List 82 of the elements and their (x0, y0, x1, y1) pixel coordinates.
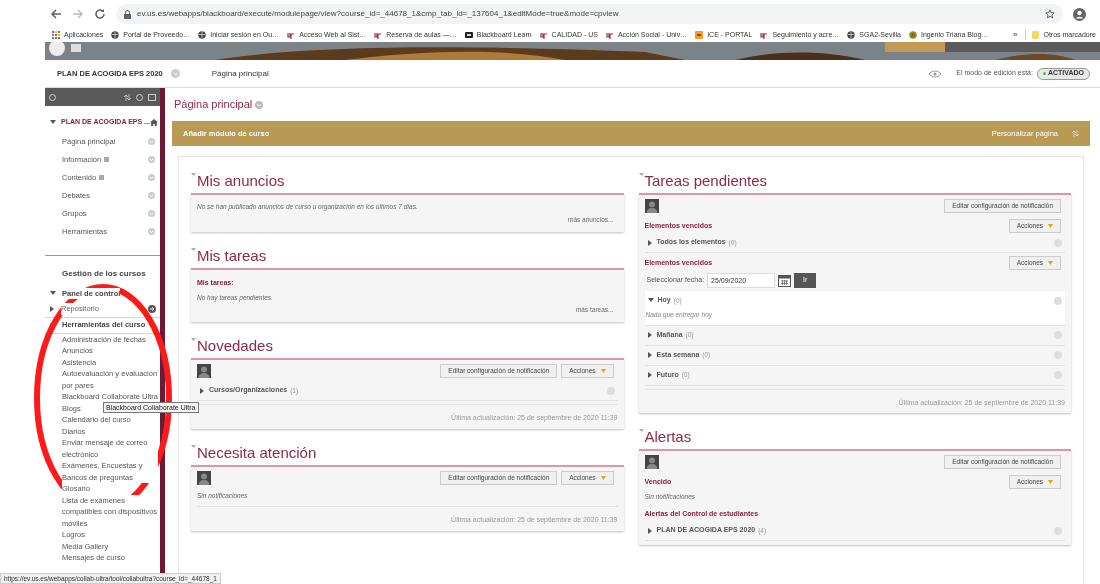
chevron-down-icon[interactable] (148, 156, 155, 163)
square-logo-icon (695, 31, 704, 39)
caret-down-icon (1048, 261, 1053, 265)
page-title: Página principal (174, 97, 253, 113)
chevron-down-icon[interactable] (148, 138, 155, 145)
caret-down-icon[interactable] (647, 298, 654, 303)
options-icon[interactable] (1054, 238, 1062, 247)
caret-down-icon (600, 369, 606, 373)
more-bookmarks-button[interactable]: » (1013, 29, 1018, 41)
globe-icon (111, 31, 120, 39)
caret-down-icon[interactable] (50, 119, 56, 125)
chevron-down-icon[interactable] (148, 174, 155, 181)
module-title: Necesita atención (197, 442, 317, 463)
home-icon[interactable] (149, 118, 158, 126)
forward-icon[interactable] (72, 8, 84, 20)
reload-icon[interactable] (94, 8, 106, 20)
refresh-icon[interactable] (136, 93, 143, 101)
collapse-icon[interactable] (191, 247, 196, 252)
caret-right-icon[interactable] (647, 332, 653, 339)
caret-right-icon[interactable] (647, 352, 653, 359)
avatar-icon (197, 364, 211, 378)
university-logo-icon (605, 31, 614, 39)
globe-icon (847, 31, 856, 39)
avatar-icon (644, 199, 659, 213)
collapse-icon[interactable] (191, 338, 196, 342)
options-icon[interactable] (1054, 296, 1062, 305)
options-icon[interactable] (1054, 371, 1062, 380)
caret-down-icon (1048, 480, 1053, 485)
caret-right-icon[interactable] (200, 387, 205, 394)
university-logo-icon (760, 31, 769, 39)
apps-grid-icon (52, 31, 60, 39)
lock-icon (124, 9, 131, 19)
arrow-circle-icon[interactable] (148, 305, 156, 313)
page-icon (99, 175, 105, 180)
caret-down-icon (600, 475, 606, 480)
caret-right-icon[interactable] (647, 239, 653, 246)
globe-icon (198, 31, 207, 39)
university-logo-icon (374, 31, 383, 39)
sort-arrows-icon[interactable] (124, 93, 131, 101)
avatar-icon (644, 455, 659, 470)
collapse-icon[interactable] (191, 173, 196, 177)
folder-icon (1032, 31, 1040, 39)
options-icon[interactable] (606, 386, 615, 395)
module-title: Mis tareas (197, 245, 267, 266)
calendar-icon[interactable] (778, 274, 792, 287)
breadcrumb[interactable]: Página principal (211, 67, 269, 80)
chevron-down-icon[interactable] (148, 192, 155, 199)
collapse-icon[interactable] (638, 429, 644, 434)
chevron-down-icon[interactable] (255, 100, 264, 109)
module-title: Alertas (644, 427, 692, 448)
account-icon[interactable] (1073, 7, 1086, 21)
chevron-down-icon[interactable] (170, 69, 180, 78)
caret-right-icon[interactable] (50, 306, 55, 312)
module-title: Novedades (197, 336, 273, 356)
university-logo-icon (539, 31, 548, 39)
folder-icon[interactable] (148, 93, 156, 101)
collapse-icon[interactable] (638, 173, 644, 177)
caret-down-icon (1048, 224, 1053, 228)
round-logo-icon (909, 31, 917, 39)
caret-right-icon[interactable] (647, 527, 653, 534)
caret-right-icon[interactable] (647, 372, 653, 379)
module-title: Tareas pendientes (644, 171, 768, 191)
eye-icon[interactable] (928, 69, 943, 78)
caret-down-icon[interactable] (50, 291, 56, 296)
options-icon[interactable] (1054, 351, 1062, 360)
chevron-down-icon[interactable] (148, 228, 155, 235)
options-icon[interactable] (1054, 331, 1062, 340)
module-title: Mis anuncios (197, 171, 285, 191)
collapse-icon[interactable] (191, 444, 196, 449)
options-icon[interactable] (1054, 526, 1062, 535)
star-icon[interactable] (1045, 9, 1055, 19)
avatar-icon (197, 470, 211, 485)
page-icon (104, 157, 110, 162)
url-text: ev.us.es/webapps/blackboard/execute/modulepage/view?course_id=_44678_1&cmp_tab_id=_137604_1&editMode=true&mode=cpview (137, 8, 620, 20)
square-logo-icon (464, 31, 473, 39)
back-icon[interactable] (50, 8, 62, 20)
university-logo-icon (287, 31, 296, 39)
status-dot-icon (1042, 72, 1046, 75)
sort-arrows-icon[interactable] (1072, 130, 1079, 137)
address-bar[interactable]: ev.us.es/webapps/blackboard/execute/modulepage/view?course_id=_44678_1&cmp_tab_id=_137604_1&editMode=true&mode=cpview (116, 4, 1063, 24)
chevron-down-icon[interactable] (148, 210, 155, 217)
circle-icon[interactable] (49, 93, 56, 101)
